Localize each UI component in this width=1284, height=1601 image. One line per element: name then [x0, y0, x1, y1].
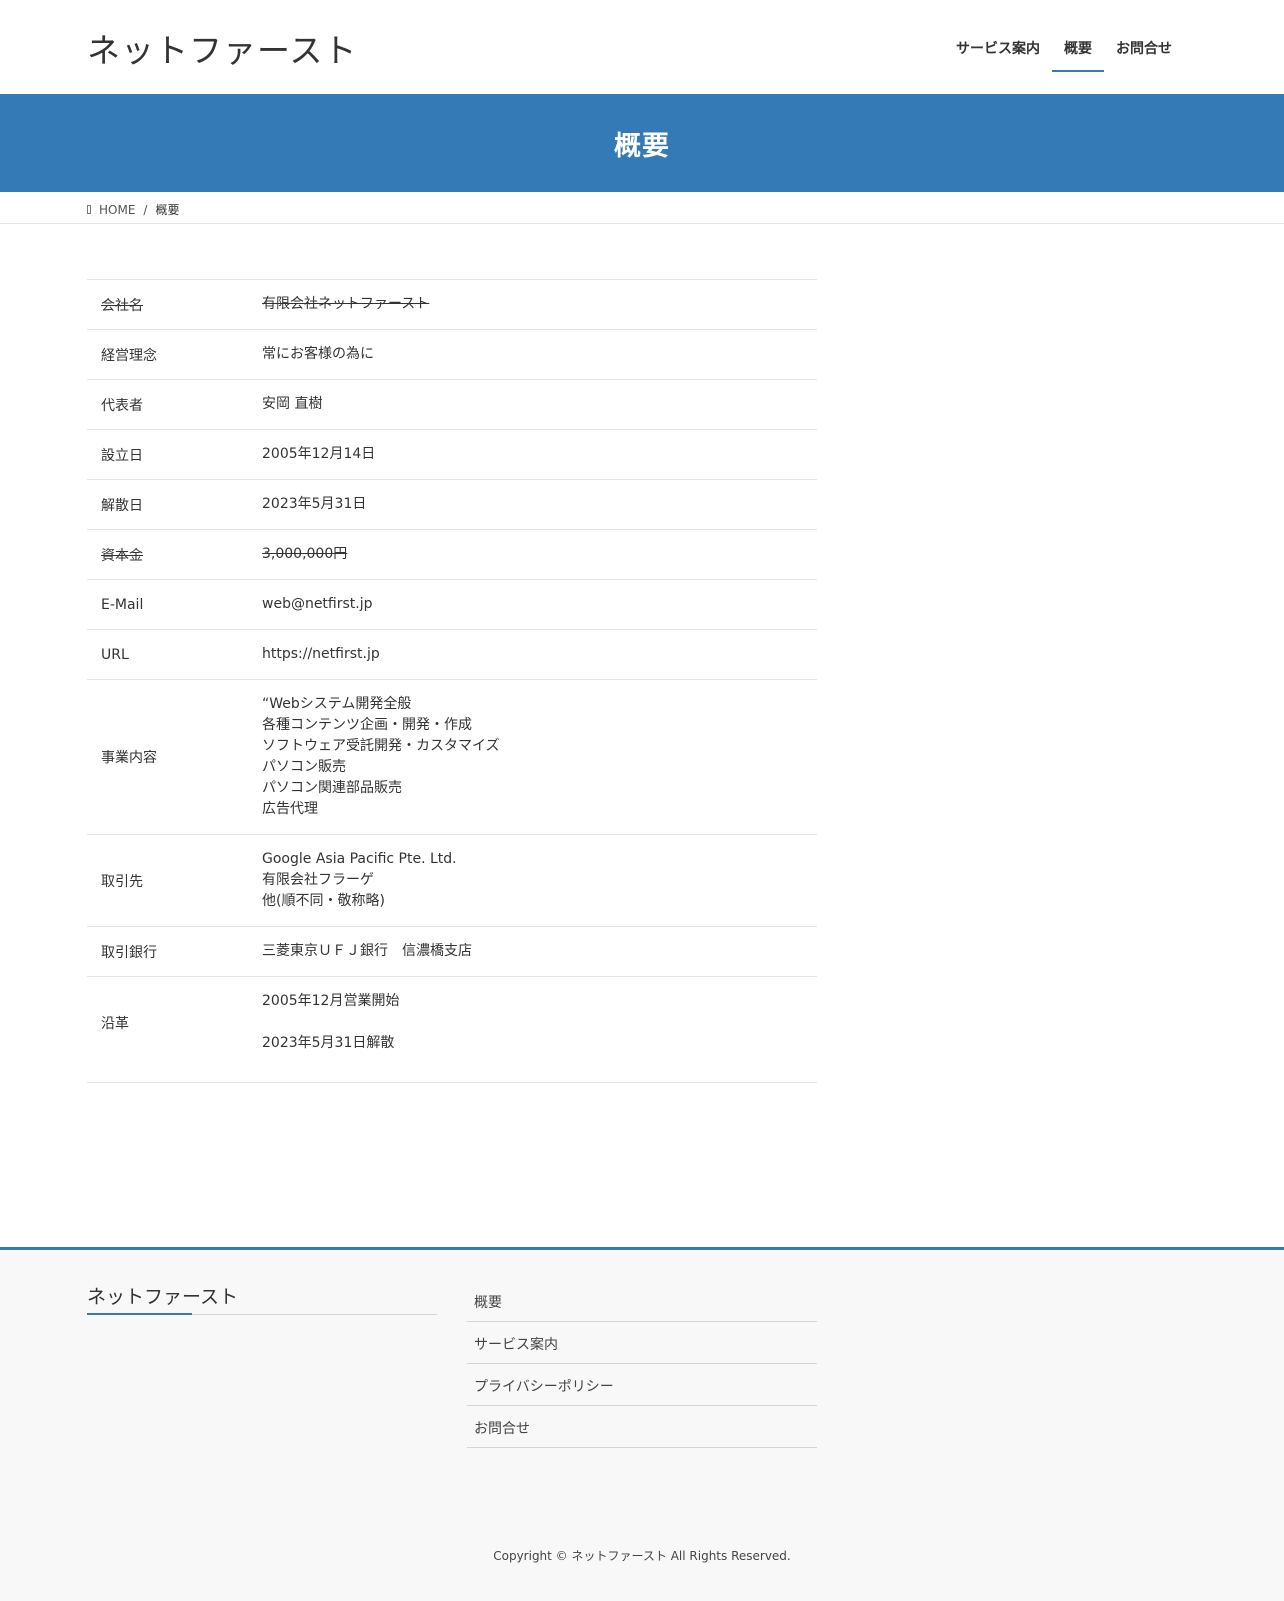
row-label-history: 沿革 [101, 1015, 129, 1032]
row-value-email: web@netfirst.jp [262, 596, 373, 612]
company-info-table: 会社名 有限会社ネットファースト 経営理念 常にお客様の為に 代表者 安岡 直樹… [87, 279, 817, 1083]
breadcrumb: HOME / 概要 [0, 192, 1284, 224]
table-row: E-Mail web@netfirst.jp [87, 579, 817, 630]
nav-item-overview[interactable]: 概要 [1052, 0, 1104, 72]
footer-menu: 概要 サービス案内 プライバシーポリシー お問合せ [467, 1280, 817, 1448]
row-label-dissolved: 解散日 [101, 497, 143, 514]
row-value-business: “Webシステム開発全般 各種コンテンツ企画・開発・作成 ソフトウェア受託開発・… [262, 680, 817, 835]
footer-logo: ネットファースト [87, 1286, 239, 1308]
client-line: Google Asia Pacific Pte. Ltd. [262, 851, 457, 867]
nav-item-services[interactable]: サービス案内 [944, 0, 1052, 72]
footer-menu-item-privacy[interactable]: プライバシーポリシー [467, 1364, 817, 1406]
row-value-url: https://netfirst.jp [262, 646, 380, 662]
row-label-url: URL [101, 646, 129, 663]
business-line: パソコン関連部品販売 [262, 780, 402, 796]
table-row: 経営理念 常にお客様の為に [87, 329, 817, 380]
row-value-philosophy: 常にお客様の為に [262, 346, 374, 362]
business-line: ソフトウェア受託開発・カスタマイズ [262, 738, 500, 754]
site-logo[interactable]: ネットファースト [87, 24, 357, 72]
footer-menu-item-services[interactable]: サービス案内 [467, 1322, 817, 1364]
table-row: URL https://netfirst.jp [87, 629, 817, 680]
history-line: 2023年5月31日解散 [262, 1035, 395, 1051]
breadcrumb-separator: / [143, 202, 148, 217]
row-label-representative: 代表者 [101, 397, 143, 414]
breadcrumb-current: 概要 [155, 203, 180, 217]
breadcrumb-home-link[interactable]: HOME [99, 203, 135, 217]
table-row: 沿革 2005年12月営業開始 2023年5月31日解散 [87, 976, 817, 1083]
business-line: “Webシステム開発全般 [262, 696, 412, 712]
global-nav: サービス案内 概要 お問合せ [944, 0, 1184, 94]
home-icon [87, 205, 91, 214]
row-label-email: E-Mail [101, 596, 144, 613]
table-row: 資本金 3,000,000円 [87, 529, 817, 580]
row-label-business: 事業内容 [101, 750, 157, 766]
footer-menu-item-contact[interactable]: お問合せ [467, 1406, 817, 1448]
row-label-bank: 取引銀行 [101, 944, 157, 961]
row-value-bank: 三菱東京ＵＦＪ銀行 信濃橋支店 [262, 943, 472, 959]
site-footer: ネットファースト 概要 サービス案内 プライバシーポリシー お問合せ Copyr… [0, 1247, 1284, 1601]
client-line: 有限会社フラーゲ [262, 872, 374, 888]
row-value-representative: 安岡 直樹 [262, 396, 323, 412]
page-header-band: 概要 [0, 94, 1284, 192]
row-value-founded: 2005年12月14日 [262, 446, 376, 462]
table-row: 事業内容 “Webシステム開発全般 各種コンテンツ企画・開発・作成 ソフトウェア… [87, 679, 817, 835]
business-line: 広告代理 [262, 801, 318, 817]
row-value-dissolved: 2023年5月31日 [262, 496, 367, 512]
history-spacer [262, 1012, 817, 1033]
nav-item-contact[interactable]: お問合せ [1104, 0, 1184, 72]
table-row: 代表者 安岡 直樹 [87, 379, 817, 430]
table-row: 会社名 有限会社ネットファースト [87, 279, 817, 330]
copyright: Copyright © ネットファースト All Rights Reserved… [493, 1549, 791, 1563]
row-label-capital: 資本金 [101, 547, 143, 564]
site-header: ネットファースト サービス案内 概要 お問合せ [0, 0, 1284, 94]
row-value-capital: 3,000,000円 [262, 546, 348, 562]
row-label-philosophy: 経営理念 [101, 347, 157, 364]
table-row: 解散日 2023年5月31日 [87, 479, 817, 530]
client-line: 他(順不同・敬称略) [262, 893, 385, 909]
history-line: 2005年12月営業開始 [262, 993, 400, 1009]
business-line: 各種コンテンツ企画・開発・作成 [262, 717, 472, 733]
row-value-history: 2005年12月営業開始 2023年5月31日解散 [262, 977, 817, 1083]
business-line: パソコン販売 [262, 759, 346, 775]
row-value-clients: Google Asia Pacific Pte. Ltd. 有限会社フラーゲ 他… [262, 835, 817, 927]
page-title: 概要 [614, 130, 670, 162]
footer-menu-item-overview[interactable]: 概要 [467, 1280, 817, 1322]
row-value-company-name: 有限会社ネットファースト [262, 296, 430, 312]
table-row: 設立日 2005年12月14日 [87, 429, 817, 480]
row-label-clients: 取引先 [101, 873, 143, 890]
table-row: 取引先 Google Asia Pacific Pte. Ltd. 有限会社フラ… [87, 834, 817, 927]
row-label-company-name: 会社名 [101, 297, 143, 314]
row-label-founded: 設立日 [101, 447, 143, 464]
table-row: 取引銀行 三菱東京ＵＦＪ銀行 信濃橋支店 [87, 926, 817, 977]
footer-logo-accent [87, 1313, 192, 1315]
